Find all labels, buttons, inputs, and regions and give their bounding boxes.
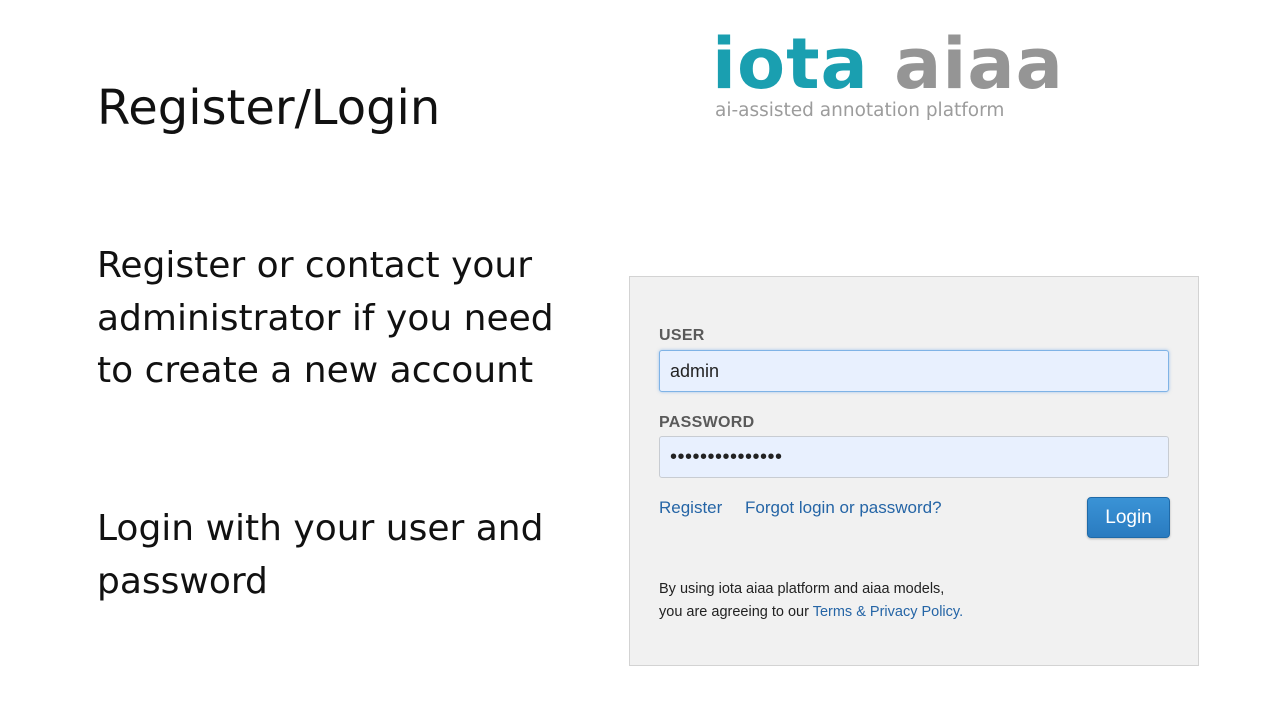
terms-line-2: you are agreeing to our Terms & Privacy … xyxy=(659,601,963,624)
logo-wordmark: iota aiaa xyxy=(712,22,1063,106)
terms-privacy-link[interactable]: Terms & Privacy Policy. xyxy=(813,604,963,620)
password-label: PASSWORD xyxy=(659,414,755,431)
iota-aiaa-logo: iota aiaa ai-assisted annotation platfor… xyxy=(712,22,1063,121)
login-instructions: Login with your user and password xyxy=(97,508,544,602)
logo-word-aiaa: aiaa xyxy=(894,23,1064,105)
login-panel: USER PASSWORD Register Forgot login or p… xyxy=(629,276,1199,666)
slide-title: Register/Login xyxy=(97,80,441,136)
password-input[interactable] xyxy=(659,436,1169,478)
login-button[interactable]: Login xyxy=(1087,497,1170,538)
logo-tagline: ai-assisted annotation platform xyxy=(715,100,1005,121)
terms-line-1: By using iota aiaa platform and aiaa mod… xyxy=(659,581,945,597)
logo-word-iota: iota xyxy=(712,23,869,105)
register-instructions: Register or contact your administrator i… xyxy=(97,245,554,391)
register-link[interactable]: Register xyxy=(659,498,722,518)
terms-notice: By using iota aiaa platform and aiaa mod… xyxy=(659,578,963,624)
user-label: USER xyxy=(659,327,705,344)
forgot-password-link[interactable]: Forgot login or password? xyxy=(745,498,942,518)
terms-line-2-text: you are agreeing to our xyxy=(659,604,813,620)
user-input[interactable] xyxy=(659,350,1169,392)
